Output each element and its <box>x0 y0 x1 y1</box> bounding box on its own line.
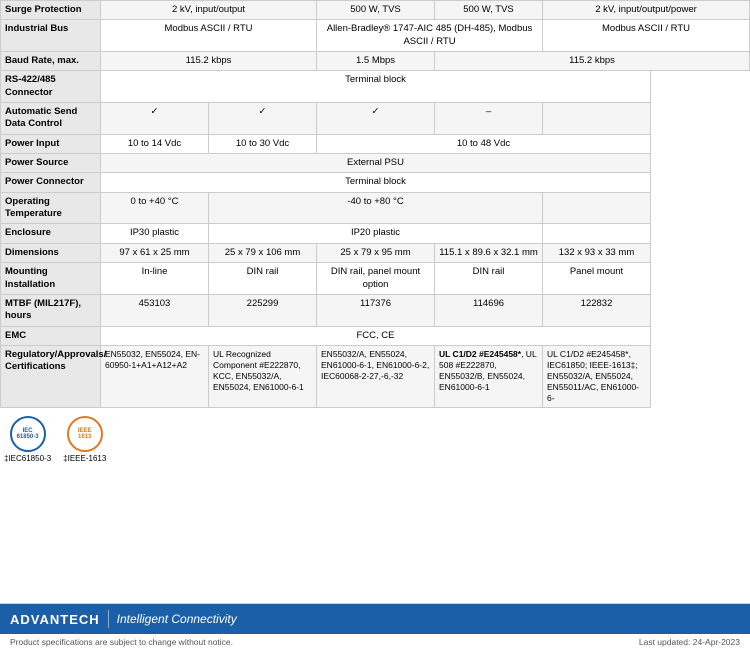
cell: 10 to 14 Vdc <box>101 134 209 153</box>
cell: 10 to 48 Vdc <box>317 134 651 153</box>
table-row: EnclosureIP30 plasticIP20 plastic <box>1 224 750 243</box>
badge-circle-iec61850: IEC61850-3 <box>10 416 46 452</box>
row-label: MTBF (MIL217F), hours <box>1 294 101 326</box>
footer-updated: Last updated: 24-Apr-2023 <box>639 637 740 647</box>
cell: FCC, CE <box>101 326 651 345</box>
table-row: Power Input10 to 14 Vdc10 to 30 Vdc10 to… <box>1 134 750 153</box>
cell: -40 to +80 °C <box>209 192 543 224</box>
cell: Modbus ASCII / RTU <box>543 20 750 52</box>
cell: Terminal block <box>101 173 651 192</box>
cell: DIN rail <box>435 263 543 295</box>
cell: 500 W, TVS <box>317 1 435 20</box>
table-row: Power SourceExternal PSU <box>1 154 750 173</box>
cell: 500 W, TVS <box>435 1 543 20</box>
cell: IP30 plastic <box>101 224 209 243</box>
cell: DIN rail <box>209 263 317 295</box>
cell: 10 to 30 Vdc <box>209 134 317 153</box>
row-label: Automatic Send Data Control <box>1 103 101 135</box>
cell: Modbus ASCII / RTU <box>101 20 317 52</box>
cell: 453103 <box>101 294 209 326</box>
row-label: Power Source <box>1 154 101 173</box>
row-label: Operating Temperature <box>1 192 101 224</box>
badge-circle-ieee1613: IEEE1613 <box>67 416 103 452</box>
row-label: Baud Rate, max. <box>1 52 101 71</box>
cell: 1.5 Mbps <box>317 52 435 71</box>
cell: 117376 <box>317 294 435 326</box>
table-row: Power ConnectorTerminal block <box>1 173 750 192</box>
cell: UL C1/D2 #E245458*, IEC61850; IEEE-1613‡… <box>543 345 651 407</box>
row-label: Industrial Bus <box>1 20 101 52</box>
cell: External PSU <box>101 154 651 173</box>
footer-divider <box>108 610 109 628</box>
row-label: Power Connector <box>1 173 101 192</box>
footer-tagline: Intelligent Connectivity <box>117 612 237 626</box>
table-row: EMCFCC, CE <box>1 326 750 345</box>
cell: EN55032/A, EN55024, EN61000-6-1, EN61000… <box>317 345 435 407</box>
cell: 97 x 61 x 25 mm <box>101 243 209 262</box>
cell: 25 x 79 x 106 mm <box>209 243 317 262</box>
cell <box>543 103 651 135</box>
cell: 114696 <box>435 294 543 326</box>
badge-iec61850: IEC61850-3 ‡IEC61850-3 <box>4 416 51 463</box>
main-table-container: Surge Protection2 kV, input/output500 W,… <box>0 0 750 408</box>
table-row: Baud Rate, max.115.2 kbps1.5 Mbps115.2 k… <box>1 52 750 71</box>
row-label: Surge Protection <box>1 1 101 20</box>
badge-ieee1613: IEEE1613 ‡IEEE-1613 <box>63 416 106 463</box>
cell: IP20 plastic <box>209 224 543 243</box>
cell: – <box>435 103 543 135</box>
brand-name: ADVANTECH <box>10 612 100 627</box>
cell: 115.1 x 89.6 x 32.1 mm <box>435 243 543 262</box>
cell: DIN rail, panel mount option <box>317 263 435 295</box>
table-row: Regulatory/Approvals/ CertificationsEN55… <box>1 345 750 407</box>
footer-main: ADVANTECH Intelligent Connectivity <box>0 604 750 634</box>
cell: In-line <box>101 263 209 295</box>
footer: ADVANTECH Intelligent Connectivity Produ… <box>0 603 750 650</box>
table-row: Dimensions97 x 61 x 25 mm25 x 79 x 106 m… <box>1 243 750 262</box>
row-label: RS-422/485 Connector <box>1 71 101 103</box>
cell: Panel mount <box>543 263 651 295</box>
table-row: Surge Protection2 kV, input/output500 W,… <box>1 1 750 20</box>
row-label: Dimensions <box>1 243 101 262</box>
cell: UL C1/D2 #E245458*, UL 508 #E222870, EN5… <box>435 345 543 407</box>
cell: ✓ <box>209 103 317 135</box>
row-label: EMC <box>1 326 101 345</box>
table-row: Automatic Send Data Control✓✓✓– <box>1 103 750 135</box>
cell: Allen-Bradley® 1747-AIC 485 (DH-485), Mo… <box>317 20 543 52</box>
cell: 115.2 kbps <box>435 52 750 71</box>
cell: 0 to +40 °C <box>101 192 209 224</box>
cell: UL Recognized Component #E222870, KCC, E… <box>209 345 317 407</box>
table-row: Operating Temperature0 to +40 °C-40 to +… <box>1 192 750 224</box>
cell: ✓ <box>101 103 209 135</box>
table-row: MTBF (MIL217F), hours4531032252991173761… <box>1 294 750 326</box>
cell: 132 x 93 x 33 mm <box>543 243 651 262</box>
cell <box>543 224 651 243</box>
cell: EN55032, EN55024, EN-60950-1+A1+A12+A2 <box>101 345 209 407</box>
row-label: Regulatory/Approvals/ Certifications <box>1 345 101 407</box>
cell: 2 kV, input/output/power <box>543 1 750 20</box>
cell: 225299 <box>209 294 317 326</box>
row-label: Enclosure <box>1 224 101 243</box>
footer-note: Product specifications are subject to ch… <box>0 634 750 650</box>
cell: 25 x 79 x 95 mm <box>317 243 435 262</box>
cell <box>543 192 651 224</box>
row-label: Power Input <box>1 134 101 153</box>
cell: ✓ <box>317 103 435 135</box>
badges-section: IEC61850-3 ‡IEC61850-3 IEEE1613 ‡IEEE-16… <box>0 408 750 471</box>
specs-table: Surge Protection2 kV, input/output500 W,… <box>0 0 750 408</box>
badge-label-iec61850: ‡IEC61850-3 <box>4 454 51 463</box>
cell: 115.2 kbps <box>101 52 317 71</box>
cell: 122832 <box>543 294 651 326</box>
table-row: RS-422/485 ConnectorTerminal block <box>1 71 750 103</box>
table-row: Mounting InstallationIn-lineDIN railDIN … <box>1 263 750 295</box>
table-row: Industrial BusModbus ASCII / RTUAllen-Br… <box>1 20 750 52</box>
footer-disclaimer: Product specifications are subject to ch… <box>10 637 233 647</box>
row-label: Mounting Installation <box>1 263 101 295</box>
cell: Terminal block <box>101 71 651 103</box>
cell: 2 kV, input/output <box>101 1 317 20</box>
badge-label-ieee1613: ‡IEEE-1613 <box>63 454 106 463</box>
